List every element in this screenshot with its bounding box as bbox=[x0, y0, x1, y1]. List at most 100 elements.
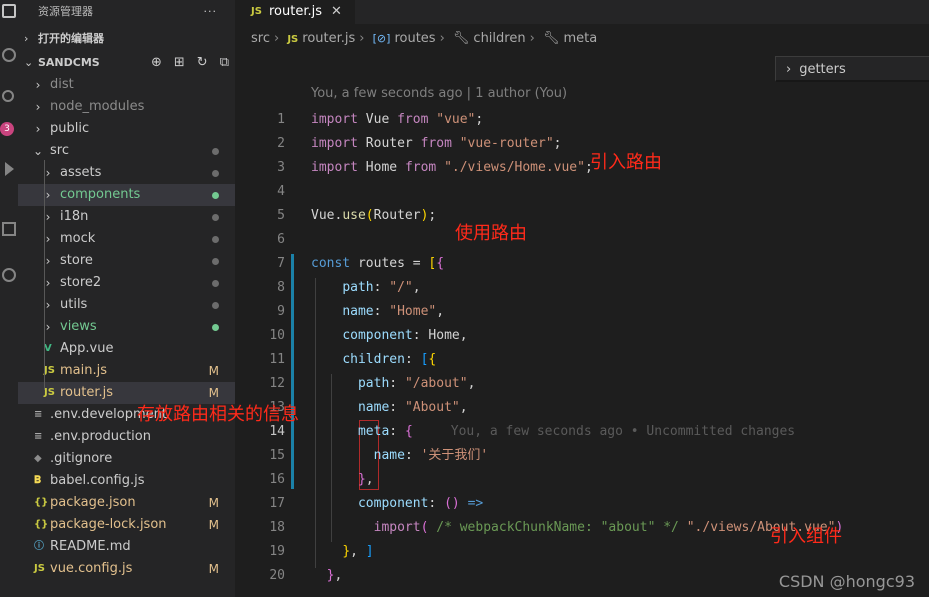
line-number: 15 bbox=[269, 448, 285, 463]
chevron-down-icon: ⌄ bbox=[32, 144, 44, 158]
chevron-right-icon: › bbox=[529, 31, 535, 46]
js-file-icon: JS bbox=[34, 563, 45, 574]
breadcrumb-file[interactable]: router.js bbox=[302, 31, 355, 46]
line-number: 7 bbox=[277, 256, 285, 271]
settings-file-icon: ≡ bbox=[34, 409, 43, 420]
modified-badge: M bbox=[208, 364, 219, 378]
tree-item[interactable]: JS main.js M bbox=[18, 360, 235, 382]
tree-item[interactable]: 𝐁babel.config.js bbox=[18, 470, 235, 492]
tree-item[interactable]: › assets bbox=[18, 162, 235, 184]
explorer-sidebar: 资源管理器 ··· › 打开的编辑器 ⌄ SANDCMS ⊕ ⊞ ↻ ⧉ › dist… bbox=[18, 0, 235, 597]
annotation-router-info: 存放路由相关的信息 bbox=[137, 404, 299, 425]
tree-item-label: mock bbox=[60, 231, 96, 246]
close-icon[interactable]: ✕ bbox=[331, 0, 342, 24]
files-icon[interactable] bbox=[2, 4, 16, 18]
code-line: 16 }, bbox=[235, 468, 929, 492]
code-line: 10 component: Home, bbox=[235, 324, 929, 348]
collapse-all-icon[interactable]: ⧉ bbox=[220, 52, 229, 74]
explorer-header: 资源管理器 ··· bbox=[18, 0, 235, 24]
tree-item-label: i18n bbox=[60, 209, 89, 224]
breadcrumb-children[interactable]: children bbox=[473, 31, 525, 46]
js-file-icon: JS bbox=[251, 6, 262, 17]
code-line: 3 import Home from "./views/Home.vue"; bbox=[235, 156, 929, 180]
breadcrumb-routes[interactable]: routes bbox=[394, 31, 435, 46]
tree-item-label: store2 bbox=[60, 275, 102, 290]
tab-router-js[interactable]: JS router.js ✕ bbox=[235, 0, 355, 24]
tree-item[interactable]: › components bbox=[18, 184, 235, 206]
tree-item[interactable]: JS vue.config.js M bbox=[18, 558, 235, 580]
git-file-icon: ◆ bbox=[34, 453, 42, 464]
tree-item[interactable]: › public bbox=[18, 118, 235, 140]
chevron-right-icon: › bbox=[24, 32, 29, 45]
remote-explorer-icon[interactable] bbox=[2, 268, 16, 282]
tree-item-label: store bbox=[60, 253, 93, 268]
code-line: 7 const routes = [{ bbox=[235, 252, 929, 276]
code-line: 2 import Router from "vue-router"; bbox=[235, 132, 929, 156]
tree-item[interactable]: › store bbox=[18, 250, 235, 272]
tree-item[interactable]: V App.vue bbox=[18, 338, 235, 360]
breadcrumb-meta[interactable]: meta bbox=[563, 31, 597, 46]
status-dot-icon bbox=[212, 184, 219, 206]
tree-item[interactable]: › store2 bbox=[18, 272, 235, 294]
refresh-icon[interactable]: ↻ bbox=[197, 52, 208, 74]
tree-item[interactable]: › i18n bbox=[18, 206, 235, 228]
run-debug-icon[interactable] bbox=[5, 162, 14, 176]
tab-label: router.js bbox=[269, 4, 323, 19]
source-control-icon[interactable] bbox=[2, 90, 16, 104]
extensions-icon[interactable] bbox=[2, 222, 16, 236]
open-editors-section[interactable]: › 打开的编辑器 bbox=[18, 28, 235, 50]
codelens-blame[interactable]: You, a few seconds ago | 1 author (You) bbox=[311, 86, 567, 101]
tree-item[interactable]: ◆ .gitignore bbox=[18, 448, 235, 470]
line-number: 11 bbox=[269, 352, 285, 367]
line-number: 20 bbox=[269, 568, 285, 583]
line-number: 10 bbox=[269, 328, 285, 343]
activity-bar: 3 bbox=[0, 0, 18, 597]
tree-item[interactable]: ≡ .env.production bbox=[18, 426, 235, 448]
breadcrumb-src[interactable]: src bbox=[251, 31, 270, 46]
status-dot-icon bbox=[212, 228, 219, 250]
tree-item-label: vue.config.js bbox=[50, 561, 133, 576]
tree-item-label: utils bbox=[60, 297, 88, 312]
tree-item[interactable]: › utils bbox=[18, 294, 235, 316]
line-number: 18 bbox=[269, 520, 285, 535]
editor-area: JS router.js ✕ src › JS router.js › [⊘] rout… bbox=[235, 0, 929, 597]
code-line: 17 component: () => bbox=[235, 492, 929, 516]
line-number: 8 bbox=[277, 280, 285, 295]
new-file-icon[interactable]: ⊕ bbox=[151, 52, 162, 74]
tree-item[interactable]: {} package.json M bbox=[18, 492, 235, 514]
chevron-right-icon: › bbox=[359, 31, 365, 46]
inline-blame: You, a few seconds ago • Uncommitted cha… bbox=[450, 424, 796, 439]
project-section[interactable]: ⌄ SANDCMS ⊕ ⊞ ↻ ⧉ bbox=[18, 52, 235, 74]
annotation-import-router: 引入路由 bbox=[590, 152, 662, 173]
chevron-right-icon: › bbox=[35, 122, 41, 136]
search-icon[interactable] bbox=[2, 48, 16, 62]
line-number: 2 bbox=[277, 136, 285, 151]
tree-item[interactable]: ⌄ src bbox=[18, 140, 235, 162]
explorer-toolbar: ⊕ ⊞ ↻ ⧉ bbox=[151, 52, 229, 74]
wrench-icon: 🔧︎ bbox=[542, 31, 560, 46]
outline-popup[interactable]: › getters bbox=[775, 56, 929, 82]
tab-bar: JS router.js ✕ bbox=[235, 0, 929, 24]
line-number: 19 bbox=[269, 544, 285, 559]
code-line: 1 import Vue from "vue"; bbox=[235, 108, 929, 132]
tree-item[interactable]: {} package-lock.json M bbox=[18, 514, 235, 536]
line-number: 4 bbox=[277, 184, 285, 199]
chevron-right-icon: › bbox=[439, 31, 445, 46]
code-line: 5 Vue.use(Router); bbox=[235, 204, 929, 228]
tree-item[interactable]: ⓘ README.md bbox=[18, 536, 235, 558]
project-name: SANDCMS bbox=[38, 56, 100, 69]
line-number: 5 bbox=[277, 208, 285, 223]
modified-badge: M bbox=[208, 496, 219, 510]
tree-item[interactable]: › mock bbox=[18, 228, 235, 250]
tree-item-label: assets bbox=[60, 165, 102, 180]
tree-item[interactable]: › dist bbox=[18, 74, 235, 96]
tree-item[interactable]: › views bbox=[18, 316, 235, 338]
tree-item[interactable]: › node_modules bbox=[18, 96, 235, 118]
new-folder-icon[interactable]: ⊞ bbox=[174, 52, 185, 74]
chevron-right-icon: › bbox=[35, 100, 41, 114]
modified-badge: M bbox=[208, 562, 219, 576]
line-number: 3 bbox=[277, 160, 285, 175]
js-file-icon: JS bbox=[287, 34, 299, 45]
more-actions-icon[interactable]: ··· bbox=[204, 0, 218, 24]
code-line: 15 name: '关于我们' bbox=[235, 444, 929, 468]
